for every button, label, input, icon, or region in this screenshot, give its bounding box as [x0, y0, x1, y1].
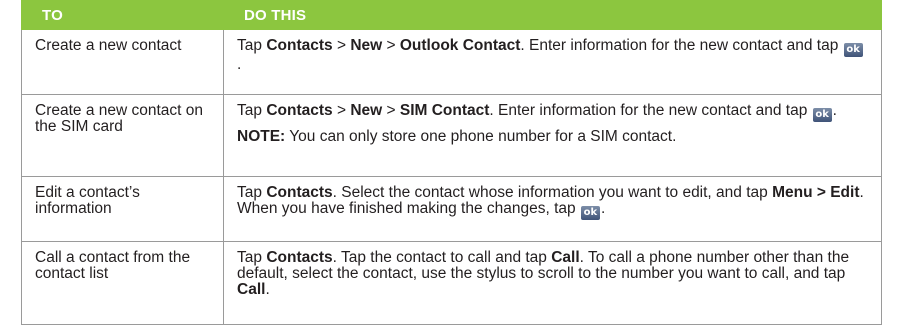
- table-row: Create a new contact Tap Contacts > New …: [21, 29, 882, 95]
- instruction-text: . Enter information for the new contact …: [520, 37, 843, 54]
- instruction-text: >: [382, 37, 400, 54]
- instruction-text: >: [332, 37, 351, 54]
- instruction-text: Tap: [237, 249, 267, 266]
- instruction-text: Tap: [237, 102, 267, 119]
- ui-term: Outlook Contact: [399, 37, 521, 54]
- note-paragraph: NOTE: You can only store one phone numbe…: [237, 129, 867, 145]
- task-cell: Edit a contact’s information: [21, 176, 224, 242]
- note-label: NOTE:: [237, 128, 286, 145]
- table-row: Call a contact from the contact list Tap…: [21, 241, 882, 325]
- instruction-cell: Tap Contacts. Tap the contact to call an…: [223, 241, 882, 325]
- ui-term: Call: [237, 281, 266, 298]
- ui-term: New: [350, 37, 383, 54]
- task-cell: Create a new contact on the SIM card: [21, 94, 224, 177]
- note-text: You can only store one phone number for …: [285, 128, 677, 145]
- task-cell: Call a contact from the contact list: [21, 241, 224, 325]
- instruction-text: . Tap the contact to call and tap: [332, 249, 552, 266]
- instruction-text: . Enter information for the new contact …: [489, 102, 812, 119]
- table-header-row: TO DO THIS: [21, 0, 882, 30]
- instruction-text: .: [600, 200, 606, 217]
- instruction-text: .: [832, 102, 837, 119]
- ui-term: SIM Contact: [399, 102, 490, 119]
- instruction-cell: Tap Contacts > New > Outlook Contact. En…: [223, 29, 882, 95]
- ui-term: Menu > Edit: [772, 184, 860, 201]
- instruction-text: .: [237, 56, 242, 73]
- instruction-cell: Tap Contacts > New > SIM Contact. Enter …: [223, 94, 882, 177]
- ui-term: Contacts: [266, 37, 333, 54]
- instruction-cell: Tap Contacts. Select the contact whose i…: [223, 176, 882, 242]
- ui-term: New: [350, 102, 383, 119]
- ok-icon: ok: [812, 108, 832, 122]
- instruction-text: . Select the contact whose information y…: [332, 184, 773, 201]
- instruction-text: >: [332, 102, 351, 119]
- contacts-task-table: TO DO THIS Create a new contact Tap Cont…: [21, 0, 882, 325]
- instruction-text: .: [265, 281, 270, 298]
- instruction-paragraph: Tap Contacts > New > SIM Contact. Enter …: [237, 103, 867, 122]
- table-row: Edit a contact’s information Tap Contact…: [21, 176, 882, 242]
- ui-term: Contacts: [266, 184, 333, 201]
- ui-term: Contacts: [266, 249, 333, 266]
- instruction-text: >: [382, 102, 400, 119]
- ok-icon: ok: [580, 206, 600, 220]
- task-cell: Create a new contact: [21, 29, 224, 95]
- header-do-this: DO THIS: [223, 0, 882, 30]
- ok-icon: ok: [843, 43, 863, 57]
- ui-term: Call: [551, 249, 580, 266]
- instruction-text: Tap: [237, 184, 267, 201]
- instruction-text: Tap: [237, 37, 267, 54]
- table-row: Create a new contact on the SIM card Tap…: [21, 94, 882, 177]
- header-to: TO: [21, 0, 224, 30]
- instructions-table: TO DO THIS Create a new contact Tap Cont…: [21, 0, 882, 325]
- ui-term: Contacts: [266, 102, 333, 119]
